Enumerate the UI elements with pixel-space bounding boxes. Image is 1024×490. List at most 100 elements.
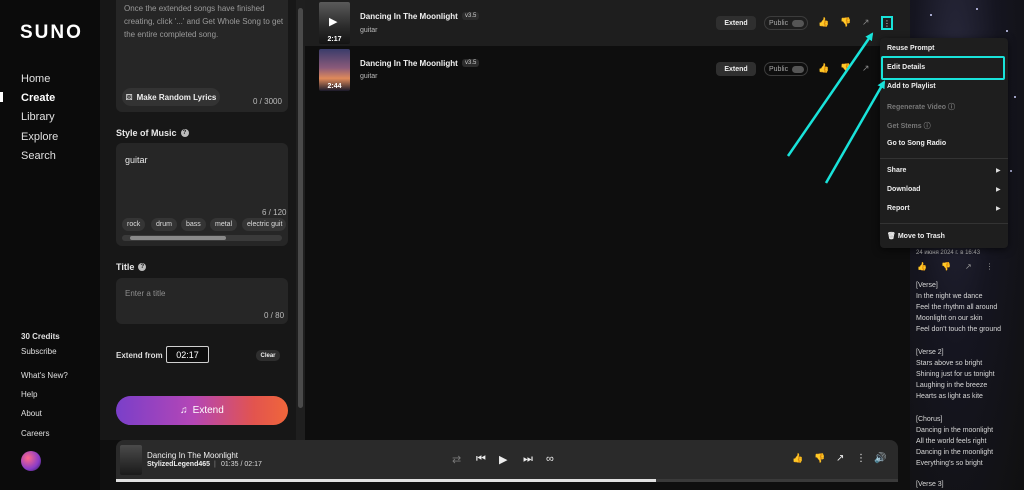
title-input[interactable] xyxy=(116,278,288,324)
chips-scrollbar-thumb[interactable] xyxy=(130,236,226,240)
share-icon[interactable]: ↗ xyxy=(862,63,870,74)
player-title[interactable]: Dancing In The Moonlight xyxy=(147,451,238,460)
public-toggle[interactable]: Public xyxy=(764,16,808,30)
subscribe-link[interactable]: Subscribe xyxy=(21,347,57,356)
star xyxy=(930,14,932,16)
more-options-icon[interactable]: ⋮ xyxy=(986,262,994,271)
lyrics-hint-text: Once the extended songs have finished cr… xyxy=(124,4,284,39)
menu-regenerate-video: Regenerate Video ⓘ xyxy=(887,102,955,112)
panel-scrollbar-thumb[interactable] xyxy=(298,8,303,408)
help-icon[interactable]: ? xyxy=(138,263,147,271)
help-icon[interactable]: ? xyxy=(180,129,189,137)
chevron-right-icon: ▶ xyxy=(996,168,1001,174)
star xyxy=(1006,30,1008,32)
song-duration: 2:17 xyxy=(327,36,342,43)
player-artist[interactable]: StylizedLegend465 xyxy=(147,461,210,468)
extend-from-label: Extend from xyxy=(116,351,163,360)
help-link[interactable]: Help xyxy=(21,390,37,399)
whats-new-link[interactable]: What's New? xyxy=(21,371,68,380)
next-icon[interactable]: ⏭ xyxy=(523,453,533,466)
style-chip[interactable]: electric guit xyxy=(242,218,286,231)
careers-link[interactable]: Careers xyxy=(21,429,49,438)
thumbs-down-icon[interactable]: 👎 xyxy=(840,17,851,28)
playback-progress[interactable] xyxy=(116,479,898,482)
thumbs-up-icon[interactable]: 👍 xyxy=(792,453,803,464)
thumbs-down-icon[interactable]: 👎 xyxy=(941,262,951,271)
panel-scrollbar[interactable] xyxy=(296,0,305,440)
thumbs-up-icon[interactable]: 👍 xyxy=(917,262,927,271)
clear-button[interactable]: Clear xyxy=(256,350,280,361)
style-of-music-text: Style of Music xyxy=(116,128,177,138)
toggle-knob xyxy=(792,66,804,73)
song-row[interactable]: ▶ 2:17 Dancing In The Moonlight v3.5 gui… xyxy=(305,0,910,46)
lyric-line: Stars above so bright xyxy=(916,360,983,367)
menu-go-to-song-radio[interactable]: Go to Song Radio xyxy=(887,140,946,147)
thumbs-up-icon[interactable]: 👍 xyxy=(818,17,829,28)
public-label: Public xyxy=(769,65,789,73)
shuffle-icon[interactable]: ⇄ xyxy=(452,453,461,466)
move-to-trash-label: Move to Trash xyxy=(897,233,945,240)
song-title[interactable]: Dancing In The Moonlight xyxy=(360,12,458,21)
player-thumbnail[interactable] xyxy=(120,445,142,475)
regenerate-video-label: Regenerate Video xyxy=(887,104,947,111)
nav-explore[interactable]: Explore xyxy=(21,131,58,143)
menu-reuse-prompt[interactable]: Reuse Prompt xyxy=(887,45,934,52)
star xyxy=(1010,170,1012,172)
chevron-right-icon: ▶ xyxy=(996,187,1001,193)
more-options-icon[interactable]: ⋮ xyxy=(856,453,866,464)
song-row[interactable]: 2:44 Dancing In The Moonlight v3.5 guita… xyxy=(305,47,910,93)
menu-share[interactable]: Share xyxy=(887,167,906,174)
style-of-music-label: Style of Music ? xyxy=(116,128,189,138)
lyric-line: [Chorus] xyxy=(916,416,943,423)
share-icon[interactable]: ↗ xyxy=(836,453,844,464)
nav-library[interactable]: Library xyxy=(21,111,55,123)
menu-move-to-trash[interactable]: 🗑 Move to Trash xyxy=(887,232,945,240)
previous-icon[interactable]: ⏮ xyxy=(476,453,486,466)
share-icon[interactable]: ↗ xyxy=(862,17,870,28)
more-options-icon[interactable]: ⋮ xyxy=(881,16,893,30)
thumbs-up-icon[interactable]: 👍 xyxy=(818,63,829,74)
song-thumbnail[interactable]: 2:44 xyxy=(319,49,350,91)
lyric-line: Shining just for us tonight xyxy=(916,371,995,378)
lyric-line: Hearts as light as kite xyxy=(916,393,983,400)
make-random-lyrics-button[interactable]: ⚄ Make Random Lyrics xyxy=(122,88,220,106)
song-title[interactable]: Dancing In The Moonlight xyxy=(360,59,458,68)
about-link[interactable]: About xyxy=(21,409,42,418)
public-label: Public xyxy=(769,19,789,27)
thumbs-down-icon[interactable]: 👎 xyxy=(814,453,825,464)
style-chip[interactable]: metal xyxy=(210,218,238,231)
menu-divider xyxy=(880,158,1008,159)
song-extend-button[interactable]: Extend xyxy=(716,16,756,30)
play-icon[interactable]: ▶ xyxy=(499,453,507,466)
menu-report[interactable]: Report xyxy=(887,205,910,212)
chips-scrollbar[interactable] xyxy=(122,235,282,241)
nav-search[interactable]: Search xyxy=(21,150,56,162)
lyric-line: Everything's so bright xyxy=(916,460,983,467)
play-icon[interactable]: ▶ xyxy=(329,15,337,28)
song-style: guitar xyxy=(360,73,378,80)
suno-logo[interactable]: SUNO xyxy=(20,22,83,44)
menu-download[interactable]: Download xyxy=(887,186,920,193)
lyric-line: Moonlight on our skin xyxy=(916,315,983,322)
song-extend-button[interactable]: Extend xyxy=(716,62,756,76)
style-chip[interactable]: rock xyxy=(122,218,146,231)
loop-icon[interactable]: ∞ xyxy=(546,453,554,465)
nav-create[interactable]: Create xyxy=(21,92,55,104)
style-chip[interactable]: drum xyxy=(151,218,177,231)
public-toggle[interactable]: Public xyxy=(764,62,808,76)
nav-home[interactable]: Home xyxy=(21,73,50,85)
title-label: Title ? xyxy=(116,262,147,272)
volume-icon[interactable]: 🔊 xyxy=(874,453,886,464)
thumbs-down-icon[interactable]: 👎 xyxy=(840,63,851,74)
extend-button[interactable]: ♫ Extend xyxy=(116,396,288,425)
share-icon[interactable]: ↗ xyxy=(965,262,972,271)
player-time: 01:35 / 02:17 xyxy=(221,461,262,468)
edit-details-highlight xyxy=(881,56,1005,80)
style-chip[interactable]: bass xyxy=(181,218,206,231)
trash-icon: 🗑 xyxy=(887,233,896,240)
avatar[interactable] xyxy=(21,451,41,471)
lyric-line: All the world feels right xyxy=(916,438,987,445)
song-thumbnail[interactable]: ▶ 2:17 xyxy=(319,2,350,44)
menu-add-to-playlist[interactable]: Add to Playlist xyxy=(887,83,936,90)
extend-from-input[interactable]: 02:17 xyxy=(166,346,209,363)
